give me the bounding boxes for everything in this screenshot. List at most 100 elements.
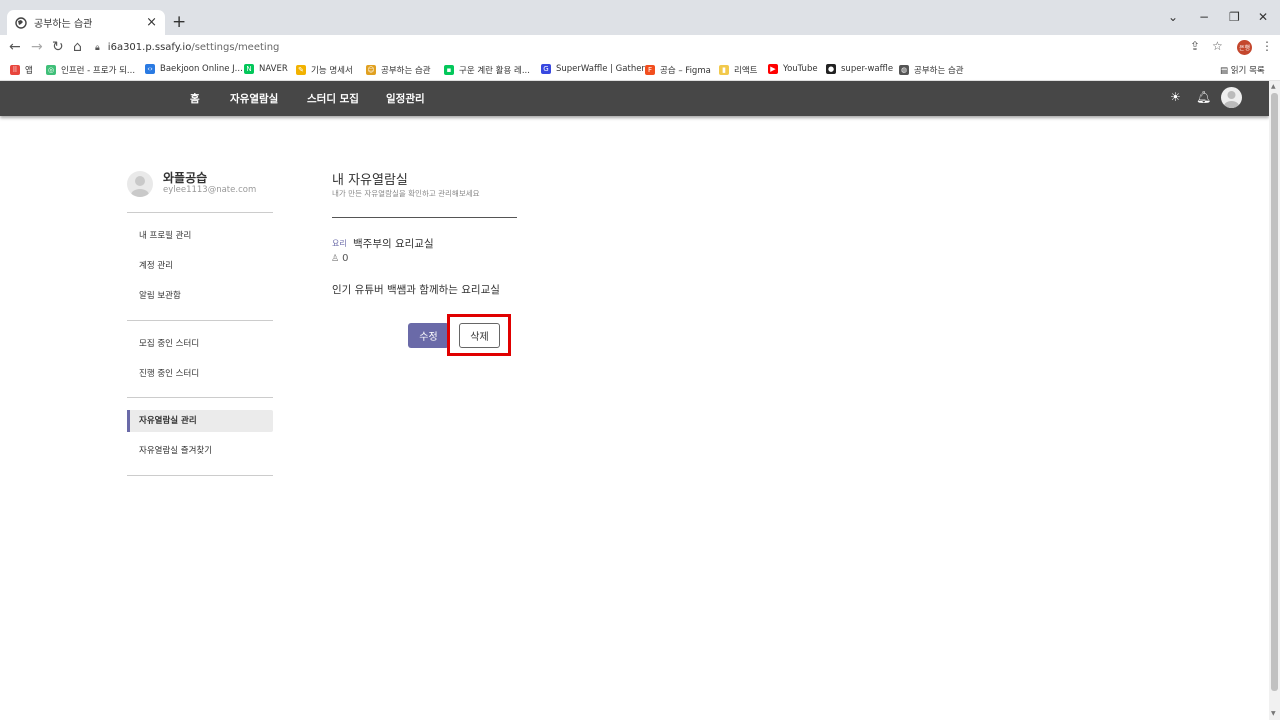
scroll-up-icon[interactable]: ▲ (1271, 83, 1276, 90)
sidebar-divider (127, 320, 273, 321)
person-icon (1224, 91, 1239, 108)
bookmark-item[interactable]: ◎ 인프런 - 프로가 되... (46, 64, 135, 76)
bookmark-icon: ✎ (296, 65, 306, 75)
bookmark-item[interactable]: ▶ YouTube (768, 64, 818, 74)
theme-toggle-icon[interactable]: ☀ (1170, 90, 1181, 104)
room-name: 백주부의 요리교실 (353, 238, 434, 250)
bookmark-icon: ◎ (46, 65, 56, 75)
person-icon: ♙ (331, 253, 340, 264)
bookmark-item[interactable]: ✎ 기능 명세서 (296, 64, 353, 76)
sidebar-item-account[interactable]: 계정 관리 (127, 255, 273, 277)
home-icon[interactable]: ⌂ (73, 39, 82, 55)
member-count-value: 0 (342, 253, 349, 264)
person-icon (131, 176, 149, 197)
bookmark-icon: ● (826, 64, 836, 74)
sidebar-item-notifications[interactable]: 알림 보관함 (127, 285, 273, 307)
bookmark-item[interactable]: F 공습 – Figma (645, 64, 711, 76)
bookmark-label: SuperWaffle | Gather (556, 64, 645, 74)
bookmark-icon: ◍ (899, 65, 909, 75)
sidebar-username: 와플공습 (163, 171, 208, 185)
nav-home[interactable]: 홈 (190, 91, 200, 106)
bookmark-icon: ☺ (366, 65, 376, 75)
menu-icon[interactable]: ⋮ (1261, 39, 1273, 53)
globe-icon (15, 16, 27, 29)
bookmark-label: 인프런 - 프로가 되... (61, 66, 136, 76)
bookmark-label: 기능 명세서 (311, 66, 353, 76)
page-subtitle: 내가 만든 자유열람실을 확인하고 관리해보세요 (332, 189, 480, 198)
bookmark-icon: ▶ (768, 64, 778, 74)
app-navbar: 홈 자유열람실 스터디 모집 일정관리 ☀ 🔔︎ (0, 81, 1269, 116)
sidebar-email: eylee1113@nate.com (163, 185, 257, 195)
scrollbar[interactable]: ▲ ▼ (1269, 81, 1280, 720)
page-title: 내 자유열람실 (332, 173, 408, 188)
bell-icon[interactable]: 🔔︎ (1196, 90, 1211, 104)
bookmark-icon: N (244, 64, 254, 74)
bookmark-label: 공습 – Figma (660, 66, 711, 76)
bookmark-item[interactable]: N NAVER (244, 64, 288, 74)
sidebar-divider (127, 212, 273, 213)
bookmark-label: 공부하는 습관 (914, 66, 964, 76)
nav-study-room[interactable]: 자유열람실 (230, 91, 278, 106)
scrollbar-thumb[interactable] (1271, 93, 1278, 691)
scroll-down-icon[interactable]: ▼ (1271, 710, 1276, 717)
bookmark-label: 리액트 (734, 66, 758, 76)
sidebar-item-room-favorites[interactable]: 자유열람실 즐겨찾기 (127, 440, 273, 462)
reading-list[interactable]: ▤ 읽기 목록 (1220, 64, 1265, 76)
page-content: 홈 자유열람실 스터디 모집 일정관리 ☀ 🔔︎ 와플공습 eylee1113@… (0, 81, 1269, 720)
edit-button[interactable]: 수정 (408, 323, 449, 348)
lock-icon: 🔒︎ (95, 42, 100, 53)
bookmark-item[interactable]: ▪ 구운 계란 활용 레... (444, 64, 530, 76)
bookmark-item[interactable]: ▮ 리액트 (719, 64, 757, 76)
bookmark-icon: ‹› (145, 64, 155, 74)
forward-icon[interactable]: → (31, 39, 43, 55)
url-host: i6a301.p.ssafy.io (107, 42, 192, 53)
share-icon[interactable]: ⇪ (1190, 39, 1200, 53)
reload-icon[interactable]: ↻ (52, 39, 64, 55)
bookmark-item[interactable]: ☺ 공부하는 습관 (366, 64, 431, 76)
bookmark-item[interactable]: ⠿ 앱 (10, 64, 33, 76)
nav-recruit[interactable]: 스터디 모집 (307, 91, 359, 106)
nav-schedule[interactable]: 일정관리 (386, 91, 425, 106)
bookmark-label: YouTube (783, 64, 818, 74)
bookmark-star-icon[interactable]: ☆ (1212, 39, 1223, 53)
bookmark-item[interactable]: ◍ 공부하는 습관 (899, 64, 964, 76)
new-tab-button[interactable]: + (172, 12, 186, 32)
bookmark-icon: ▪ (444, 65, 454, 75)
bookmark-icon: F (645, 65, 655, 75)
tab-search-icon[interactable]: ⌄ (1168, 10, 1178, 24)
member-count: ♙ 0 (331, 253, 348, 264)
bookmark-icon: G (541, 64, 551, 74)
bookmark-label: 구운 계란 활용 레... (459, 66, 530, 76)
address-bar[interactable]: 🔒︎ i6a301.p.ssafy.io /settings/meeting (95, 37, 1255, 58)
bookmark-label: NAVER (259, 64, 288, 74)
tab-strip: 공부하는 습관 × + ⌄ − ❐ ✕ (0, 0, 1280, 35)
bookmark-item[interactable]: G SuperWaffle | Gather (541, 64, 645, 74)
tab-title: 공부하는 습관 (34, 19, 93, 30)
bookmark-label: 공부하는 습관 (381, 66, 431, 76)
sidebar-item-room-manage[interactable]: 자유열람실 관리 (127, 410, 273, 432)
profile-avatar[interactable]: 은행 (1237, 40, 1252, 55)
minimize-icon[interactable]: − (1199, 10, 1209, 24)
sidebar-divider (127, 397, 273, 398)
restore-icon[interactable]: ❐ (1229, 10, 1240, 24)
close-tab-icon[interactable]: × (146, 15, 157, 30)
bookmark-item[interactable]: ● super-waffle (826, 64, 893, 74)
bookmark-label: Baekjoon Online J... (160, 64, 243, 74)
url-path: /settings/meeting (191, 42, 280, 53)
user-avatar[interactable] (1221, 87, 1242, 108)
sidebar-item-recruiting-study[interactable]: 모집 중인 스터디 (127, 333, 273, 355)
sidebar-item-ongoing-study[interactable]: 진행 중인 스터디 (127, 363, 273, 385)
close-window-icon[interactable]: ✕ (1258, 10, 1268, 24)
room-description: 인기 유튜버 백쌤과 함께하는 요리교실 (332, 284, 500, 296)
browser-toolbar: ← → ↻ ⌂ 🔒︎ i6a301.p.ssafy.io /settings/m… (0, 35, 1280, 60)
bookmarks-bar: ⠿ 앱 ◎ 인프런 - 프로가 되... ‹› Baekjoon Online J... N… (0, 60, 1280, 81)
bookmark-icon: ⠿ (10, 65, 20, 75)
bookmark-icon: ▮ (719, 65, 729, 75)
reading-list-icon: ▤ (1220, 66, 1231, 76)
browser-tab[interactable]: 공부하는 습관 × (7, 10, 165, 35)
bookmark-item[interactable]: ‹› Baekjoon Online J... (145, 64, 243, 74)
delete-button[interactable]: 삭제 (459, 323, 500, 348)
sidebar-item-profile[interactable]: 내 프로필 관리 (127, 225, 273, 247)
back-icon[interactable]: ← (9, 39, 21, 55)
room-category: 요리 (332, 239, 347, 248)
